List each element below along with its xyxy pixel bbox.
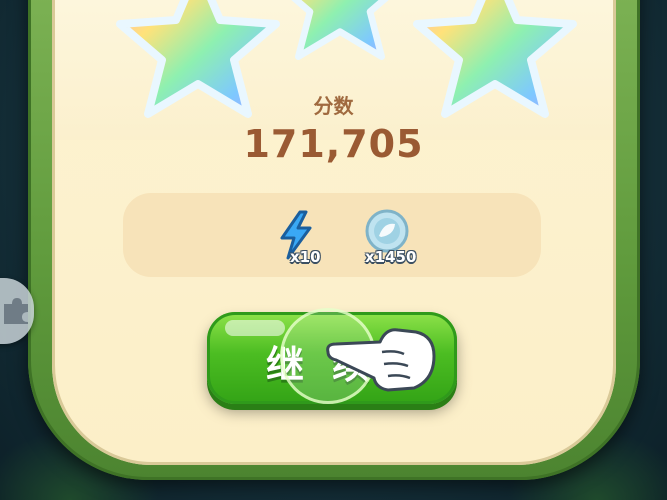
reward-count: x10 [290, 248, 321, 266]
score-label: 分数 [313, 94, 354, 118]
score-value: 171,705 [243, 122, 424, 166]
reward-count: x1450 [365, 248, 417, 266]
rewards-box [123, 193, 541, 277]
reward-item-energy: x10 [272, 210, 332, 270]
tutorial-hand-pointer-icon [326, 328, 436, 392]
star-2-icon [291, 0, 389, 61]
reward-item-coins: x1450 [362, 208, 432, 272]
puzzle-piece-icon [4, 298, 28, 324]
